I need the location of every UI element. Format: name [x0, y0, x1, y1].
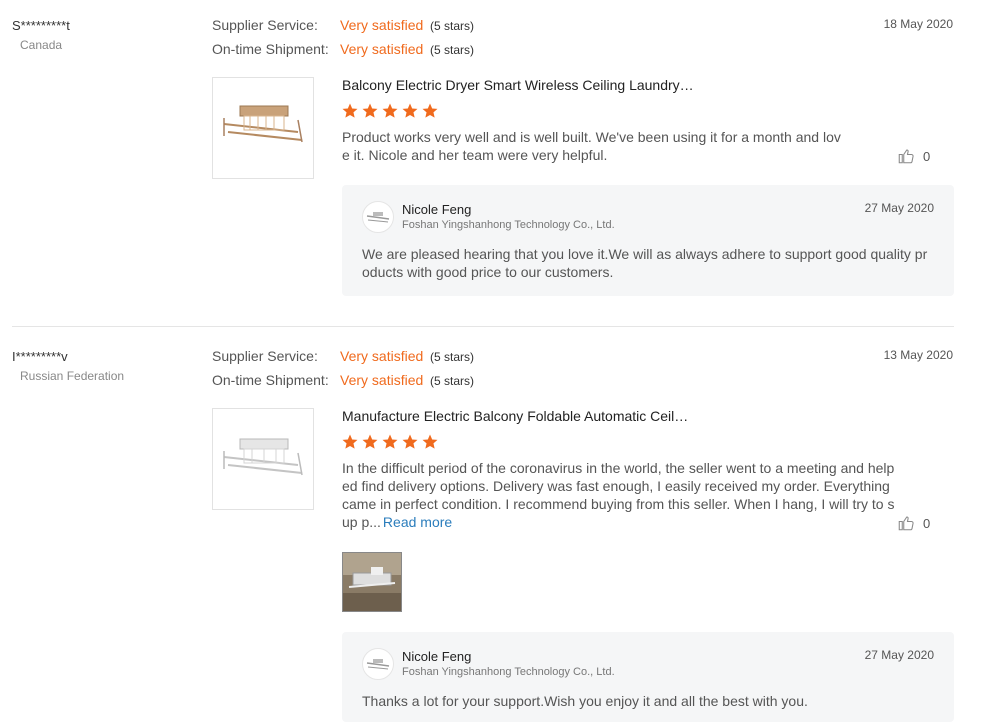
like-button[interactable]: 0	[897, 514, 930, 532]
star-icon	[422, 103, 438, 118]
seller-name: Nicole Feng	[402, 649, 472, 664]
reply-date: 27 May 2020	[864, 648, 934, 662]
review-photo[interactable]	[342, 552, 402, 612]
supplier-service-stars: (5 stars)	[430, 19, 475, 33]
like-count: 0	[923, 148, 931, 164]
thumbs-up-icon	[898, 149, 914, 164]
supplier-service-label: Supplier Service:	[212, 348, 318, 364]
drying-rack-image	[223, 438, 303, 476]
drying-rack-logo-icon	[366, 659, 390, 670]
read-more-link[interactable]: Read more	[383, 514, 452, 530]
shipment-stars: (5 stars)	[430, 374, 475, 388]
star-rating	[341, 102, 439, 120]
seller-avatar	[362, 648, 394, 680]
thumbs-up-icon	[898, 516, 914, 531]
reviewer-name: S*********t	[12, 18, 70, 33]
review-date: 13 May 2020	[883, 348, 953, 362]
like-count: 0	[923, 515, 931, 531]
review-photo-image	[343, 553, 401, 611]
seller-name: Nicole Feng	[402, 202, 472, 217]
product-thumbnail[interactable]	[212, 408, 314, 510]
seller-company: Foshan Yingshanhong Technology Co., Ltd.	[402, 219, 615, 231]
star-icon	[382, 103, 398, 118]
reviewer-country: Canada	[20, 38, 63, 52]
drying-rack-logo-icon	[366, 212, 390, 223]
star-icon	[422, 434, 438, 449]
shipment-value: Very satisfied	[340, 41, 424, 57]
reviewer-country: Russian Federation	[20, 369, 125, 383]
review-date: 18 May 2020	[883, 17, 953, 31]
supplier-service-stars: (5 stars)	[430, 350, 475, 364]
product-title-link[interactable]: Balcony Electric Dryer Smart Wireless Ce…	[342, 77, 694, 93]
seller-avatar	[362, 201, 394, 233]
reply-text: We are pleased hearing that you love it.…	[362, 246, 928, 280]
review-text: Product works very well and is well buil…	[342, 129, 841, 163]
reply-text: Thanks a lot for your support.Wish you e…	[362, 693, 808, 709]
star-icon	[362, 434, 378, 449]
seller-company: Foshan Yingshanhong Technology Co., Ltd.	[402, 666, 615, 678]
product-thumbnail[interactable]	[212, 77, 314, 179]
review-text: In the difficult period of the coronavir…	[342, 459, 898, 531]
star-icon	[402, 103, 418, 118]
review-card: S*********t Canada Supplier Service: Ver…	[0, 0, 986, 326]
like-button[interactable]: 0	[897, 147, 930, 165]
shipment-label: On-time Shipment:	[212, 41, 329, 57]
seller-reply: Nicole Feng Foshan Yingshanhong Technolo…	[342, 185, 954, 296]
supplier-service-value: Very satisfied	[340, 348, 424, 364]
supplier-service-label: Supplier Service:	[212, 17, 318, 33]
drying-rack-image	[223, 105, 303, 143]
product-title-link[interactable]: Manufacture Electric Balcony Foldable Au…	[342, 408, 688, 424]
star-icon	[362, 103, 378, 118]
star-icon	[342, 434, 358, 449]
star-icon	[402, 434, 418, 449]
review-card: I*********v Russian Federation Supplier …	[0, 331, 986, 722]
shipment-label: On-time Shipment:	[212, 372, 329, 388]
reviewer-name: I*********v	[12, 349, 68, 364]
seller-reply: Nicole Feng Foshan Yingshanhong Technolo…	[342, 632, 954, 722]
reply-date: 27 May 2020	[864, 201, 934, 215]
star-rating	[341, 433, 439, 451]
star-icon	[342, 103, 358, 118]
review-divider	[12, 326, 954, 327]
star-icon	[382, 434, 398, 449]
shipment-stars: (5 stars)	[430, 43, 475, 57]
shipment-value: Very satisfied	[340, 372, 424, 388]
supplier-service-value: Very satisfied	[340, 17, 424, 33]
